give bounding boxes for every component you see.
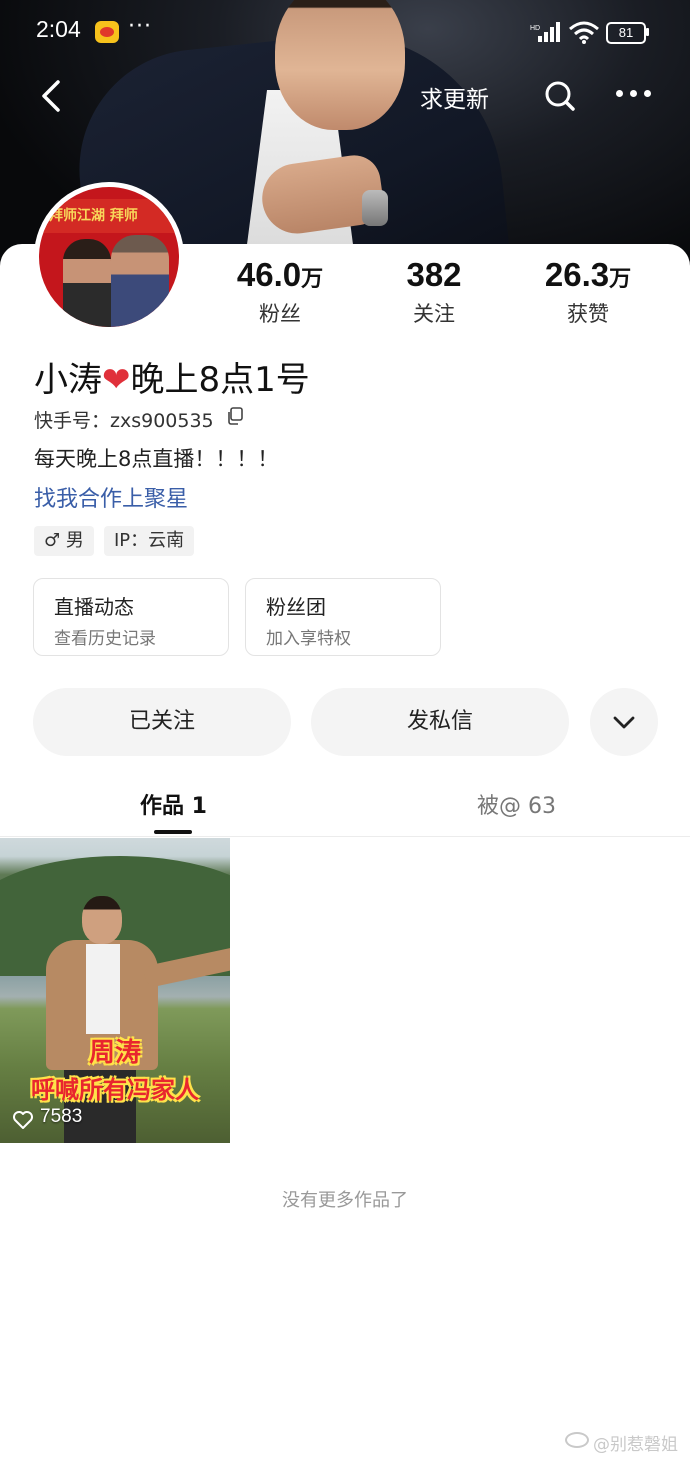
- wifi-icon: [569, 21, 599, 44]
- ip-location-tag: IP：云南: [104, 526, 195, 556]
- display-name-part1: 小涛: [34, 360, 102, 400]
- likes-label: 获赞: [567, 302, 609, 326]
- request-update-button[interactable]: 求更新: [420, 80, 489, 114]
- search-icon[interactable]: [542, 78, 578, 114]
- banner-watch: [362, 190, 388, 226]
- signal-icon: HD: [530, 22, 560, 42]
- stat-followers[interactable]: 46.0万 粉丝: [205, 256, 355, 328]
- tab-mentioned[interactable]: 被@ 63: [477, 788, 556, 820]
- followers-unit: 万: [301, 267, 324, 292]
- followers-count: 46.0: [236, 256, 302, 293]
- kwai-id: 快手号：zxs900535: [34, 410, 214, 432]
- live-card-subtitle: 查看历史记录: [54, 629, 156, 649]
- stat-likes[interactable]: 26.3万 获赞: [513, 256, 663, 328]
- likes-unit: 万: [609, 267, 632, 292]
- watermark: @别惹磬姐: [565, 1430, 678, 1455]
- video-caption-line1: 周涛: [88, 1038, 141, 1068]
- gender-tag: ♂ 男: [34, 526, 94, 556]
- heart-outline-icon: [13, 1111, 33, 1129]
- video-thumbnail[interactable]: 周涛 呼喊所有冯家人 7583: [0, 838, 230, 1143]
- svg-text:HD: HD: [530, 25, 540, 32]
- collab-link[interactable]: 找我合作上聚星: [34, 481, 188, 513]
- fan-card-title: 粉丝团: [266, 595, 326, 619]
- battery-icon: 81: [606, 22, 649, 44]
- live-history-card[interactable]: 直播动态 查看历史记录: [33, 578, 229, 656]
- watermark-text: @别惹磬姐: [593, 1435, 678, 1455]
- tab-works[interactable]: 作品 1: [140, 788, 207, 820]
- no-more-works-text: 没有更多作品了: [282, 1190, 408, 1211]
- likes-count: 26.3: [544, 256, 610, 293]
- weibo-notification-icon: [95, 21, 119, 43]
- back-arrow-icon[interactable]: [36, 76, 70, 116]
- more-actions-button[interactable]: [590, 688, 658, 756]
- following-count: 382: [406, 256, 462, 293]
- stat-following[interactable]: 382 关注: [359, 256, 509, 328]
- more-options-icon[interactable]: [614, 90, 654, 100]
- banner-face: [275, 0, 405, 130]
- send-message-button[interactable]: 发私信: [311, 688, 569, 756]
- video-like-count: 7583: [40, 1106, 83, 1127]
- following-label: 关注: [413, 302, 455, 326]
- followed-button[interactable]: 已关注: [33, 688, 291, 756]
- bio: 每天晚上8点直播！！！！: [34, 447, 279, 471]
- fan-card-subtitle: 加入享特权: [266, 629, 351, 649]
- weibo-watermark-icon: [565, 1432, 589, 1448]
- avatar[interactable]: 拜师江湖 拜师: [34, 182, 184, 332]
- status-more-notifications: ···: [128, 14, 152, 39]
- active-tab-indicator: [154, 830, 192, 834]
- copy-icon[interactable]: [226, 407, 244, 425]
- avatar-banner-text: 拜师江湖 拜师: [49, 208, 138, 224]
- live-card-title: 直播动态: [54, 595, 134, 619]
- battery-level: 81: [618, 25, 634, 40]
- status-time: 2:04: [36, 16, 81, 42]
- display-name-part2: 晚上8点1号: [130, 360, 310, 400]
- display-name: 小涛❤晚上8点1号: [34, 352, 310, 401]
- chevron-down-icon: [613, 716, 635, 729]
- heart-icon: ❤: [102, 360, 131, 400]
- followers-label: 粉丝: [259, 302, 301, 326]
- fan-group-card[interactable]: 粉丝团 加入享特权: [245, 578, 441, 656]
- video-caption-line2: 呼喊所有冯家人: [31, 1076, 199, 1104]
- tab-divider: [0, 836, 690, 837]
